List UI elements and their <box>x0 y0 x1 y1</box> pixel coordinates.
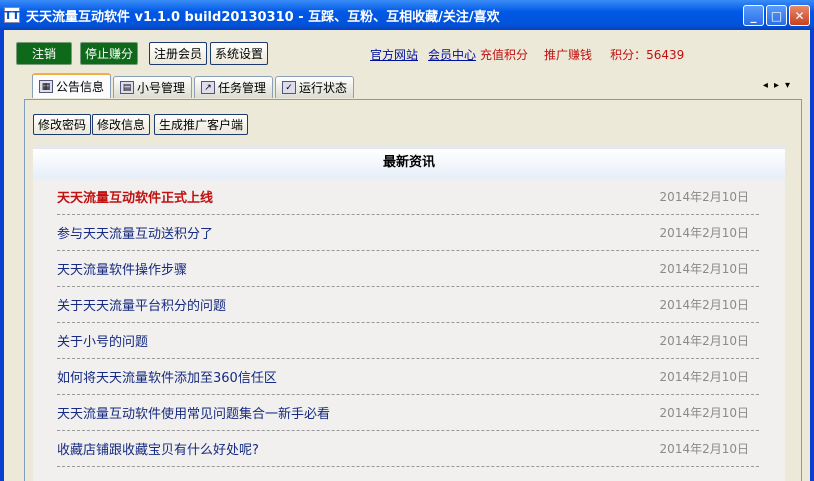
scroll-left-icon[interactable]: ◂ <box>763 80 774 91</box>
news-item-date: 2014年2月10日 <box>659 262 749 276</box>
news-item[interactable]: 参与天天流量互动送积分了 2014年2月10日 <box>57 215 759 251</box>
news-item-title[interactable]: 如何将天天流量软件添加至360信任区 <box>57 367 277 386</box>
news-item[interactable]: 天天流量互动软件使用常见问题集合一新手必看 2014年2月10日 <box>57 395 759 431</box>
news-item-date: 2014年2月10日 <box>659 334 749 348</box>
register-member-button[interactable]: 注册会员 <box>149 42 208 65</box>
client-area: 注销 停止赚分 注册会员 系统设置 官方网站 会员中心 充值积分 推广赚钱 积分… <box>4 30 810 481</box>
tab-announcements[interactable]: ▦ 公告信息 <box>32 73 112 98</box>
news-item-title[interactable]: 关于小号的问题 <box>57 331 148 350</box>
news-item-date: 2014年2月10日 <box>659 190 749 204</box>
news-item-date: 2014年2月10日 <box>659 298 749 312</box>
news-item-title[interactable]: 参与天天流量互动送积分了 <box>57 223 213 242</box>
news-item-title[interactable]: 关于天天流量平台积分的问题 <box>57 295 226 314</box>
tab-tasks[interactable]: ↗ 任务管理 <box>194 76 274 98</box>
news-item[interactable]: 天天流量互动软件正式上线 2014年2月10日 <box>57 179 759 215</box>
minimize-button[interactable]: _ <box>743 5 764 26</box>
news-item-date: 2014年2月10日 <box>659 406 749 420</box>
close-button[interactable]: ✕ <box>789 5 810 26</box>
news-item[interactable]: 收藏店铺跟收藏宝贝有什么好处呢? 2014年2月10日 <box>57 431 759 467</box>
edit-info-button[interactable]: 修改信息 <box>92 114 151 135</box>
id-card-icon: ▤ <box>120 81 135 94</box>
member-center-link[interactable]: 会员中心 <box>428 46 476 63</box>
title-bar: TT 天天流量互动软件 v1.1.0 build20130310 - 互踩、互粉… <box>0 0 814 30</box>
news-item-title[interactable]: 天天流量互动软件正式上线 <box>57 187 213 206</box>
tab-accounts[interactable]: ▤ 小号管理 <box>113 76 193 98</box>
news-item[interactable]: 关于小号的问题 2014年2月10日 <box>57 323 759 359</box>
tab-label: 小号管理 <box>137 81 186 95</box>
scroll-right-icon[interactable]: ▸ <box>774 80 785 91</box>
header-links: 官方网站 会员中心 充值积分 推广赚钱 积分：56439 <box>370 46 684 63</box>
news-item[interactable]: 关于天天流量平台积分的问题 2014年2月10日 <box>57 287 759 323</box>
news-item-date: 2014年2月10日 <box>659 226 749 240</box>
tab-status[interactable]: ✓ 运行状态 <box>275 76 355 98</box>
stop-earning-button[interactable]: 停止赚分 <box>80 42 139 65</box>
shortcut-icon: ↗ <box>201 81 216 94</box>
dropdown-icon[interactable]: ▾ <box>785 80 796 91</box>
tab-label: 公告信息 <box>56 80 105 94</box>
news-item-title[interactable]: 天天流量软件操作步骤 <box>57 259 187 278</box>
app-icon: TT <box>4 7 20 23</box>
news-title: 最新资讯 <box>33 149 785 179</box>
change-password-button[interactable]: 修改密码 <box>33 114 92 135</box>
news-item-title[interactable]: 收藏店铺跟收藏宝贝有什么好处呢? <box>57 439 259 458</box>
window-title: 天天流量互动软件 v1.1.0 build20130310 - 互踩、互粉、互相… <box>26 9 500 25</box>
logout-button[interactable]: 注销 <box>16 42 72 65</box>
news-item-date: 2014年2月10日 <box>659 370 749 384</box>
maximize-button[interactable]: □ <box>766 5 787 26</box>
tab-bar: ▦ 公告信息 ▤ 小号管理 ↗ 任务管理 ✓ 运行状态 <box>32 73 356 98</box>
calendar-icon: ▦ <box>39 80 53 93</box>
checklist-icon: ✓ <box>282 81 297 94</box>
points-display: 积分：56439 <box>610 48 685 62</box>
news-item[interactable]: 如何将天天流量软件添加至360信任区 2014年2月10日 <box>57 359 759 395</box>
news-item-title[interactable]: 天天流量互动软件使用常见问题集合一新手必看 <box>57 403 330 422</box>
official-site-link[interactable]: 官方网站 <box>370 46 418 63</box>
generate-client-button[interactable]: 生成推广客户端 <box>154 114 249 135</box>
recharge-points-link[interactable]: 充值积分 <box>480 46 528 63</box>
tab-scroll-controls: ◂▸▾ <box>763 80 796 91</box>
promote-link[interactable]: 推广赚钱 <box>544 46 592 63</box>
tab-label: 运行状态 <box>299 81 348 95</box>
tab-label: 任务管理 <box>218 81 267 95</box>
news-item[interactable]: 天天流量软件操作步骤 2014年2月10日 <box>57 251 759 287</box>
system-settings-button[interactable]: 系统设置 <box>210 42 269 65</box>
news-panel: 最新资讯 天天流量互动软件正式上线 2014年2月10日 参与天天流量互动送积分了… <box>33 146 785 481</box>
news-item-date: 2014年2月10日 <box>659 442 749 456</box>
